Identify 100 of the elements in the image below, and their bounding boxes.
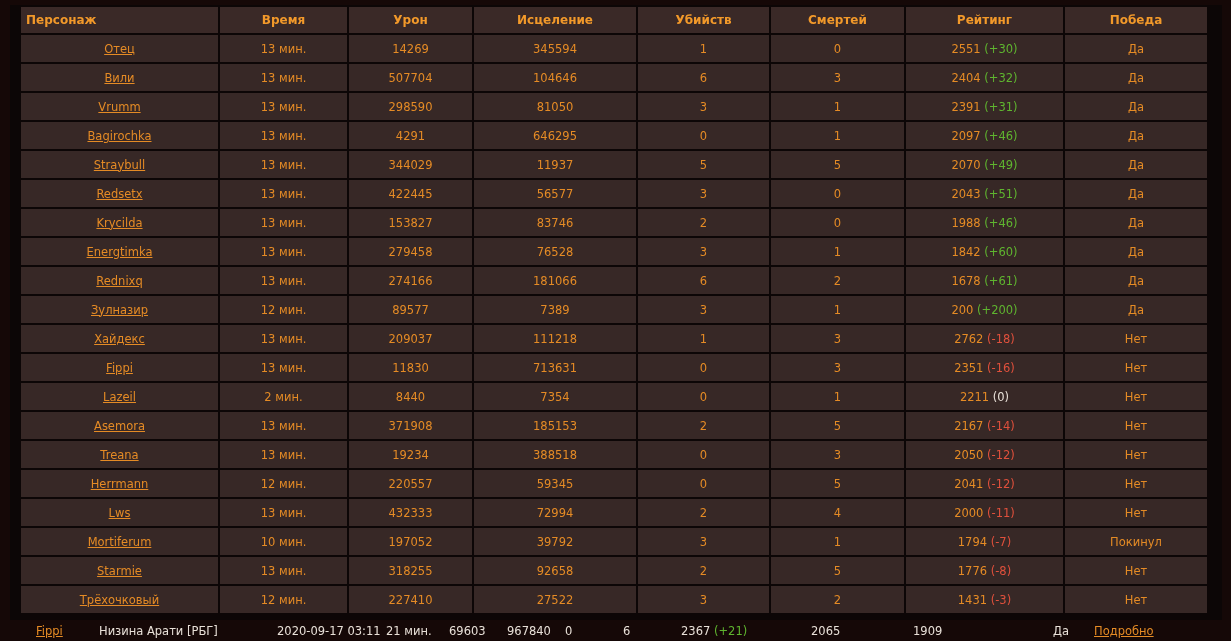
table-cell: 0 — [771, 35, 904, 62]
player-link[interactable]: Krycilda — [96, 215, 143, 230]
rating-change: (-18) — [987, 331, 1015, 346]
table-cell: 12 мин. — [220, 586, 347, 613]
table-cell: 12 мин. — [220, 296, 347, 323]
player-link[interactable]: Хайдекс — [94, 331, 145, 346]
player-link[interactable]: Herrmann — [90, 476, 149, 491]
player-link[interactable]: Asemora — [94, 418, 145, 433]
player-link[interactable]: Зулназир — [91, 302, 148, 317]
table-cell: 209037 — [349, 325, 472, 352]
table-cell: 13 мин. — [220, 267, 347, 294]
player-link[interactable]: Bagirochka — [87, 128, 152, 143]
table-cell: 13 мин. — [220, 93, 347, 120]
rating-change: (+60) — [984, 244, 1018, 259]
table-cell: 11937 — [474, 151, 636, 178]
rating-change: (-14) — [987, 418, 1015, 433]
column-header: Персонаж — [21, 7, 218, 33]
table-cell: 507704 — [349, 64, 472, 91]
table-cell: 0 — [771, 209, 904, 236]
table-cell: 153827 — [349, 209, 472, 236]
table-cell: 81050 — [474, 93, 636, 120]
table-cell: 345594 — [474, 35, 636, 62]
player-link[interactable]: Starmie — [97, 563, 142, 578]
table-cell: 646295 — [474, 122, 636, 149]
table-cell: 3 — [771, 325, 904, 352]
table-cell: 0 — [638, 470, 769, 497]
column-header: Победа — [1065, 7, 1207, 33]
column-header: Время — [220, 7, 347, 33]
rating-value: 1842 — [951, 244, 981, 259]
table-cell: 1 — [771, 296, 904, 323]
player-link[interactable]: Отец — [104, 41, 135, 56]
table-cell: Покинул — [1065, 528, 1207, 555]
rating-value: 2041 — [954, 476, 984, 491]
table-cell: 1 — [638, 325, 769, 352]
table-cell: 56577 — [474, 180, 636, 207]
table-cell: 2 — [638, 557, 769, 584]
rating-value: 2391 — [951, 99, 981, 114]
table-cell: 89577 — [349, 296, 472, 323]
table-cell: 432333 — [349, 499, 472, 526]
player-link[interactable]: Fippi — [36, 624, 99, 638]
table-cell: Да — [1065, 35, 1207, 62]
column-header: Убийств — [638, 7, 769, 33]
player-link[interactable]: Energtimka — [86, 244, 153, 259]
table-cell: 422445 — [349, 180, 472, 207]
match-stat: 967840 — [507, 624, 552, 638]
player-link[interactable]: Вили — [104, 70, 135, 85]
table-cell: 388518 — [474, 441, 636, 468]
rating-change: (-12) — [987, 447, 1015, 462]
table-cell: Да — [1065, 267, 1207, 294]
table-cell: 3 — [771, 441, 904, 468]
rating-value: 2050 — [954, 447, 984, 462]
table-cell: 104646 — [474, 64, 636, 91]
player-link[interactable]: Трёхочковый — [79, 592, 160, 607]
player-link[interactable]: Lws — [108, 505, 131, 520]
table-cell: 1 — [638, 35, 769, 62]
player-link[interactable]: Lazeil — [103, 389, 136, 404]
table-cell: 3 — [638, 238, 769, 265]
table-cell: 27522 — [474, 586, 636, 613]
table-cell: Да — [1065, 296, 1207, 323]
table-cell: Да — [1065, 122, 1207, 149]
table-cell: 3 — [771, 354, 904, 381]
table-cell: 111218 — [474, 325, 636, 352]
column-header: Урон — [349, 7, 472, 33]
table-cell: 72994 — [474, 499, 636, 526]
table-cell: 13 мин. — [220, 325, 347, 352]
rating-change: (0) — [992, 389, 1010, 404]
player-link[interactable]: Straybull — [93, 157, 146, 172]
table-cell: 274166 — [349, 267, 472, 294]
rating-change: (+31) — [984, 99, 1018, 114]
table-cell: 1 — [771, 93, 904, 120]
player-link[interactable]: Redsetx — [96, 186, 143, 201]
match-stat: 6 — [623, 624, 632, 638]
table-cell: 12 мин. — [220, 470, 347, 497]
player-link[interactable]: Rednixq — [96, 273, 143, 288]
table-cell: 4 — [771, 499, 904, 526]
table-cell: 181066 — [474, 267, 636, 294]
player-link[interactable]: Treana — [100, 447, 139, 462]
rating-change: (+49) — [984, 157, 1018, 172]
team-rating: 2065 — [811, 624, 842, 638]
table-cell: 19234 — [349, 441, 472, 468]
table-cell: Нет — [1065, 586, 1207, 613]
table-cell: Нет — [1065, 325, 1207, 352]
player-link[interactable]: Fippi — [106, 360, 133, 375]
table-cell: 13 мин. — [220, 122, 347, 149]
table-cell: 2 — [638, 499, 769, 526]
table-cell: 0 — [771, 180, 904, 207]
player-link[interactable]: Mortiferum — [87, 534, 152, 549]
player-link[interactable]: Vrumm — [98, 99, 141, 114]
details-link[interactable]: Подробно — [1094, 624, 1154, 638]
rating-change: (+61) — [984, 273, 1018, 288]
table-cell: Да — [1065, 64, 1207, 91]
table-cell: 1 — [771, 528, 904, 555]
rating-value: 1431 — [957, 592, 988, 607]
table-cell: Нет — [1065, 412, 1207, 439]
table-cell: 10 мин. — [220, 528, 347, 555]
table-cell: 6 — [638, 267, 769, 294]
table-cell: 344029 — [349, 151, 472, 178]
table-cell: 0 — [638, 441, 769, 468]
table-cell: 2 — [771, 586, 904, 613]
table-cell: Да — [1065, 93, 1207, 120]
